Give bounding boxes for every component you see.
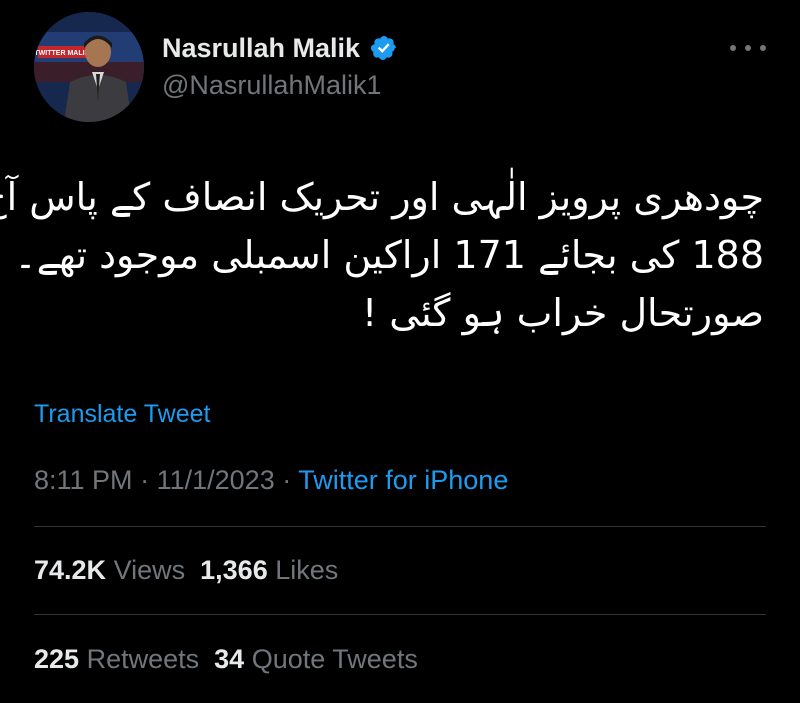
meta-separator: · — [140, 465, 150, 495]
author-handle[interactable]: @NasrullahMalik1 — [162, 70, 381, 101]
avatar-image: TWITTER MALIK — [34, 12, 144, 122]
avatar-overlay-text: TWITTER MALIK — [34, 50, 89, 57]
quotes-count: 34 — [214, 644, 245, 674]
divider — [34, 614, 766, 615]
more-options-button[interactable] — [730, 36, 766, 60]
likes-count: 1,366 — [200, 555, 268, 585]
divider — [34, 526, 766, 527]
retweets-count: 225 — [34, 644, 80, 674]
author-name-row[interactable]: Nasrullah Malik — [162, 30, 398, 66]
quotes-label: Quote Tweets — [251, 644, 418, 674]
more-dot-icon — [730, 45, 736, 51]
tweet-text-line: صورتحال خراب ہو گئی ! — [361, 291, 764, 335]
tweet-text: چودھری پرویز الٰہی اور تحریک انصاف کے پا… — [0, 168, 764, 342]
likes-stat[interactable]: 1,366 Likes — [200, 555, 338, 585]
views-count: 74.2K — [34, 555, 107, 585]
retweets-label: Retweets — [86, 644, 200, 674]
likes-label: Likes — [275, 555, 339, 585]
more-dot-icon — [760, 45, 766, 51]
tweet-source-link[interactable]: Twitter for iPhone — [298, 465, 508, 495]
tweet-meta: 8:11 PM · 11/1/2023 · Twitter for iPhone — [34, 465, 508, 496]
tweet-time[interactable]: 8:11 PM — [34, 465, 133, 495]
meta-separator: · — [282, 465, 292, 495]
verified-badge-icon — [370, 36, 397, 60]
stats-row-retweets-quotes: 225 Retweets 34 Quote Tweets — [34, 644, 418, 675]
quote-tweets-stat[interactable]: 34 Quote Tweets — [214, 644, 418, 674]
views-stat[interactable]: 74.2K Views — [34, 555, 185, 585]
more-dot-icon — [745, 45, 751, 51]
author-display-name[interactable]: Nasrullah Malik — [162, 33, 360, 64]
avatar[interactable]: TWITTER MALIK — [34, 12, 144, 122]
stats-row-views-likes: 74.2K Views 1,366 Likes — [34, 555, 338, 586]
tweet-text-line: چودھری پرویز الٰہی اور تحریک انصاف کے پا… — [0, 175, 764, 219]
tweet-date[interactable]: 11/1/2023 — [157, 465, 275, 495]
retweets-stat[interactable]: 225 Retweets — [34, 644, 199, 674]
tweet-text-line: 188 کی بجائے 171 اراکین اسمبلی موجود تھے… — [14, 233, 764, 277]
views-label: Views — [113, 555, 186, 585]
translate-tweet-link[interactable]: Translate Tweet — [34, 400, 210, 429]
